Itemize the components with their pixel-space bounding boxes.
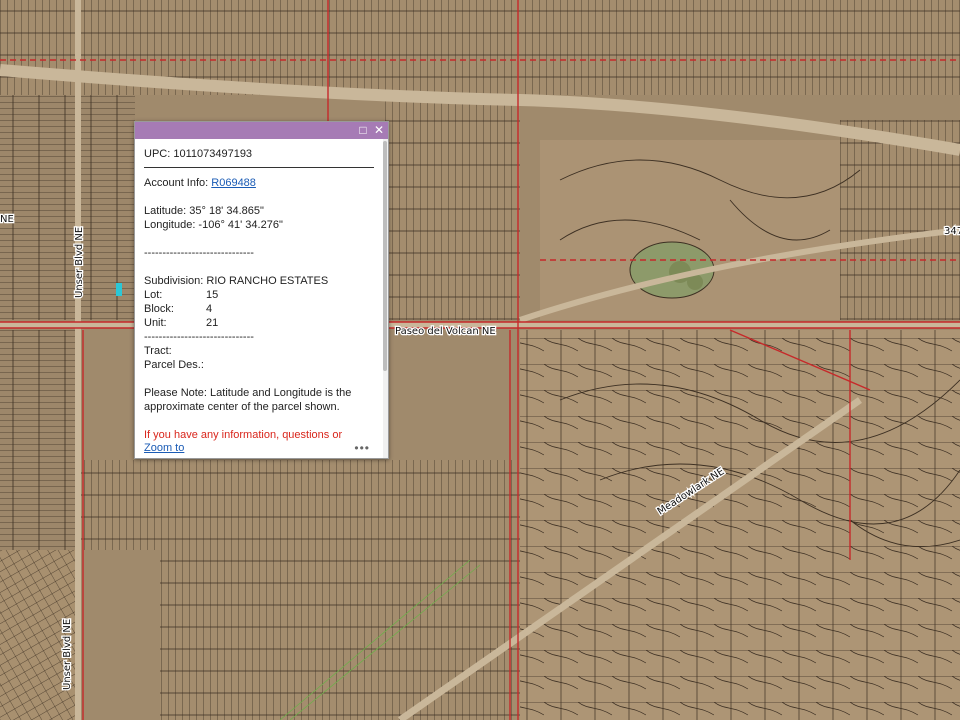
popup-body: UPC: 1011073497193 Account Info: R069488… bbox=[135, 139, 382, 458]
close-icon[interactable]: ✕ bbox=[372, 123, 386, 137]
parcel-block bbox=[160, 550, 520, 720]
parcel-block bbox=[385, 95, 520, 320]
road-label-paseo: Paseo del Volcan NE bbox=[395, 326, 496, 337]
road-label-unser: Unser Blvd NE bbox=[74, 227, 85, 298]
popup-header: □ ✕ bbox=[135, 122, 388, 139]
road-shield-347: 347 bbox=[944, 226, 960, 237]
account-label: Account Info: bbox=[144, 177, 212, 189]
lot-value: 15 bbox=[206, 289, 219, 301]
block-label: Block: bbox=[144, 303, 174, 315]
parcel-block bbox=[0, 95, 135, 320]
lot-label: Lot: bbox=[144, 289, 163, 301]
selected-parcel bbox=[116, 283, 122, 296]
dash-separator: ------------------------------ bbox=[144, 331, 254, 343]
zoom-to-link[interactable]: Zoom to bbox=[144, 442, 184, 454]
block-row: Block: 4 bbox=[144, 302, 374, 316]
subdivision-text: Subdivision: RIO RANCHO ESTATES bbox=[144, 275, 329, 287]
dash-separator: ------------------------------ bbox=[144, 247, 254, 259]
divider bbox=[144, 167, 374, 168]
lot-row: Lot: 15 bbox=[144, 288, 374, 302]
account-link[interactable]: R069488 bbox=[211, 177, 256, 189]
unit-value: 21 bbox=[206, 317, 219, 329]
road-label-edge: NE bbox=[0, 214, 14, 225]
more-icon[interactable]: ••• bbox=[354, 441, 370, 455]
block-value: 4 bbox=[206, 303, 213, 315]
note-text: Please Note: Latitude and Longitude is t… bbox=[144, 387, 352, 413]
info-request-text: If you have any information, questions o… bbox=[144, 429, 343, 441]
unit-label: Unit: bbox=[144, 317, 167, 329]
longitude-text: Longitude: -106° 41' 34.276" bbox=[144, 219, 283, 231]
tract-text: Tract: bbox=[144, 345, 172, 357]
parcel-des-text: Parcel Des.: bbox=[144, 359, 204, 371]
parcel-block bbox=[80, 460, 520, 550]
scrollbar[interactable] bbox=[383, 139, 388, 458]
parcel-block bbox=[0, 330, 75, 550]
parcel-block bbox=[520, 330, 960, 720]
maximize-icon[interactable]: □ bbox=[356, 123, 370, 137]
account-info: Account Info: R069488 bbox=[144, 176, 374, 190]
road-label-unser: Unser Blvd NE bbox=[62, 619, 73, 690]
parcel-info-popup: □ ✕ UPC: 1011073497193 Account Info: R06… bbox=[134, 121, 389, 459]
unit-row: Unit: 21 bbox=[144, 316, 374, 330]
upc-text: UPC: 1011073497193 bbox=[144, 148, 253, 160]
scrollbar-thumb[interactable] bbox=[383, 141, 387, 371]
latitude-text: Latitude: 35° 18' 34.865" bbox=[144, 205, 264, 217]
